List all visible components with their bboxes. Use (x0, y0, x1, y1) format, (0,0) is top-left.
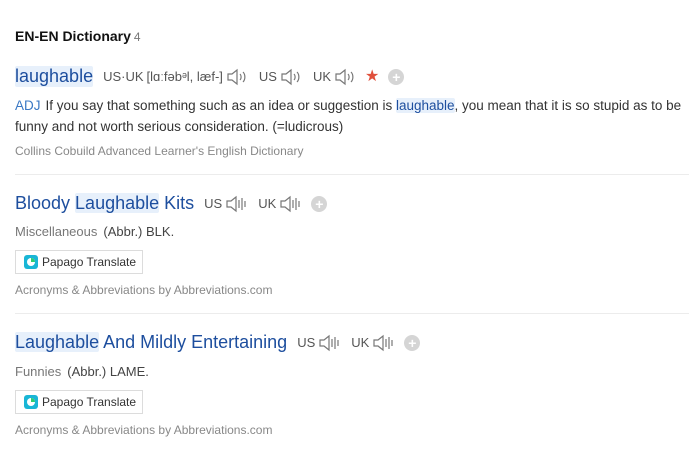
papago-logo-icon (24, 395, 38, 409)
us-label: US (258, 69, 277, 84)
star-icon[interactable]: ★ (365, 68, 379, 85)
title-part-2: Kits (159, 193, 195, 213)
papago-translate-button[interactable]: Papago Translate (15, 390, 143, 414)
title-part-2: And Mildly Entertaining (99, 332, 288, 352)
speaker-icon-uk[interactable] (333, 68, 357, 86)
meaning-text: (Abbr.) BLK. (103, 224, 175, 239)
definition-highlight: laughable (395, 98, 455, 113)
definition-part-1: If you say that something such as an ide… (45, 98, 396, 113)
definition-text: ADJ If you say that something such as an … (15, 95, 689, 137)
divider (15, 313, 689, 314)
phonetic-transcription: [lɑːfəbᵊl, læf-] (146, 69, 223, 84)
uk-label: UK (312, 69, 332, 84)
papago-translate-button[interactable]: Papago Translate (15, 250, 143, 274)
speaker-icon[interactable] (225, 68, 249, 86)
title-highlight: Laughable (75, 193, 160, 213)
papago-translate-label: Papago Translate (42, 255, 137, 269)
papago-translate-label: Papago Translate (42, 395, 137, 409)
speaker-icon-uk[interactable] (371, 334, 395, 352)
entry-laughable-header: laughable US·UK [lɑːfəbᵊl, læf-] US UK ★… (15, 66, 405, 87)
part-of-speech: ADJ (15, 98, 41, 113)
title-highlight: Laughable (15, 332, 100, 352)
entry-bloody-laughable-kits-header: Bloody Laughable Kits US UK + (15, 193, 328, 214)
entry-count: 4 (133, 30, 141, 44)
headword-laughable-and-mildly-entertaining[interactable]: Laughable And Mildly Entertaining (15, 332, 287, 353)
speaker-icon-us[interactable] (279, 68, 303, 86)
plus-circle-icon[interactable]: + (388, 68, 405, 85)
abbreviation-meaning: Miscellaneous (Abbr.) BLK. (15, 224, 174, 239)
speaker-icon-us[interactable] (224, 195, 248, 213)
uk-label: UK (258, 196, 277, 211)
papago-logo-icon (24, 255, 38, 269)
us-label: US (204, 196, 223, 211)
us-label: US (297, 335, 316, 350)
section-title: EN-EN Dictionary 4 (15, 28, 141, 44)
uk-label: UK (351, 335, 370, 350)
category-label: Miscellaneous (15, 224, 98, 239)
entry-laughable-and-mildly-entertaining-header: Laughable And Mildly Entertaining US UK … (15, 332, 421, 353)
category-label: Funnies (15, 364, 62, 379)
divider (15, 174, 689, 175)
meaning-text: (Abbr.) LAME. (67, 364, 149, 379)
headword-bloody-laughable-kits[interactable]: Bloody Laughable Kits (15, 193, 194, 214)
dictionary-source: Collins Cobuild Advanced Learner's Engli… (15, 144, 304, 158)
plus-circle-icon[interactable]: + (311, 195, 328, 212)
headword-laughable[interactable]: laughable (15, 66, 94, 87)
speaker-icon-us[interactable] (317, 334, 341, 352)
plus-circle-icon[interactable]: + (404, 334, 421, 351)
abbreviation-source: Acronyms & Abbreviations by Abbreviation… (15, 423, 273, 437)
speaker-icon-uk[interactable] (278, 195, 302, 213)
abbreviation-meaning: Funnies (Abbr.) LAME. (15, 364, 149, 379)
title-part-1: Bloody (15, 193, 76, 213)
section-title-text: EN-EN Dictionary (15, 28, 131, 44)
region-label: US·UK (103, 69, 144, 84)
abbreviation-source: Acronyms & Abbreviations by Abbreviation… (15, 283, 273, 297)
